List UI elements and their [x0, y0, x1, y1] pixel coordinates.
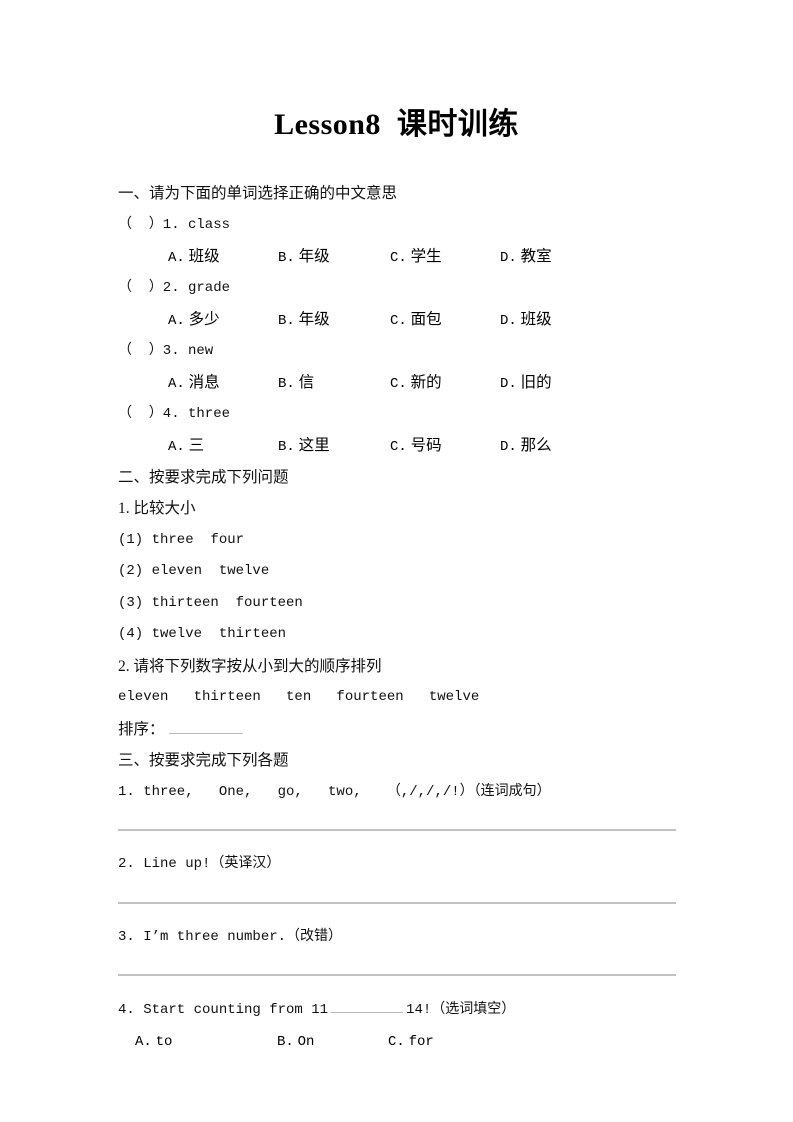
option-2-c[interactable]: C. 面包: [390, 304, 442, 338]
question-stem-2: （ ）2. grade: [118, 279, 231, 296]
section-heading-1: 一、请为下面的单词选择正确的中文意思: [118, 185, 398, 202]
order-answer-blank[interactable]: [168, 721, 243, 734]
compare-item-4: (4) twelve thirteen: [118, 626, 287, 642]
compare-item-2: (2) eleven twelve: [118, 563, 270, 579]
exercise-item-4: 4. Start counting from 11 14!（选词填空）: [118, 994, 678, 1026]
exercise-item-1: 1. three, One, go, two, （,/,/,/!）（连词成句）: [118, 777, 678, 809]
option-row-2: A. 多少 B. 年级 C. 面包 D. 班级: [118, 304, 678, 336]
option-1-a[interactable]: A. 班级: [168, 241, 220, 275]
worksheet-page: Lesson8 课时训练 一、请为下面的单词选择正确的中文意思 （ ）1. cl…: [0, 0, 793, 1122]
option-1-c[interactable]: C. 学生: [390, 241, 442, 275]
exercise-item-1-text: 1. three, One, go, two, （,/,/,/!）（连词成句）: [118, 783, 551, 800]
order-word-list: eleven thirteen ten fourteen twelve: [118, 689, 480, 705]
option-3-c[interactable]: C. 新的: [390, 367, 442, 401]
option-3-b[interactable]: B. 信: [278, 367, 314, 401]
order-answer-line: 排序：: [118, 714, 678, 746]
question-stem-1: （ ）1. class: [118, 216, 231, 233]
option-row-3: A. 消息 B. 信 C. 新的 D. 旧的: [118, 367, 678, 399]
task-title-order: 2. 请将下列数字按从小到大的顺序排列: [118, 657, 382, 675]
option-3-a[interactable]: A. 消息: [168, 367, 220, 401]
compare-item-1: (1) three four: [118, 531, 245, 548]
task-title-compare: 1. 比较大小: [118, 500, 196, 517]
page-title: Lesson8 课时训练: [274, 108, 519, 141]
option-3-d[interactable]: D. 旧的: [500, 367, 552, 401]
compare-item-3: (3) thirteen fourteen: [118, 594, 303, 611]
option-4-d[interactable]: D. 那么: [500, 430, 552, 464]
option-fill-c[interactable]: C. for: [388, 1026, 434, 1059]
option-2-a[interactable]: A. 多少: [168, 304, 220, 338]
option-fill-b[interactable]: B. On: [277, 1026, 314, 1059]
option-row-4: A. 三 B. 这里 C. 号码 D. 那么: [118, 430, 678, 462]
option-2-d[interactable]: D. 班级: [500, 304, 552, 338]
worksheet-body: 一、请为下面的单词选择正确的中文意思 （ ）1. class A. 班级 B. …: [118, 178, 678, 1057]
order-answer-label: 排序：: [118, 720, 165, 738]
section-heading-2: 二、按要求完成下列问题: [118, 468, 289, 486]
exercise-item-4-blank[interactable]: [331, 999, 404, 1013]
option-row-1: A. 班级 B. 年级 C. 学生 D. 教室: [118, 241, 678, 273]
option-1-d[interactable]: D. 教室: [500, 241, 552, 275]
option-2-b[interactable]: B. 年级: [278, 304, 330, 338]
exercise-item-4-before: 4. Start counting from 11: [118, 1002, 329, 1018]
option-fill-a[interactable]: A. to: [135, 1026, 172, 1059]
exercise-item-2: 2. Line up!（英译汉）: [118, 856, 281, 872]
exercise-item-3: 3. I’m three number.（改错）: [118, 928, 343, 945]
option-4-b[interactable]: B. 这里: [278, 430, 330, 464]
option-1-b[interactable]: B. 年级: [278, 241, 330, 275]
option-row-fill: A. to B. On C. for: [118, 1026, 678, 1058]
question-stem-3: （ ）3. new: [118, 342, 214, 359]
question-stem-4: （ ）4. three: [118, 405, 231, 422]
exercise-item-4-after: 14!（选词填空）: [406, 1002, 516, 1018]
option-4-c[interactable]: C. 号码: [390, 430, 442, 464]
option-4-a[interactable]: A. 三: [168, 430, 204, 464]
section-heading-3: 三、按要求完成下列各题: [118, 752, 289, 769]
